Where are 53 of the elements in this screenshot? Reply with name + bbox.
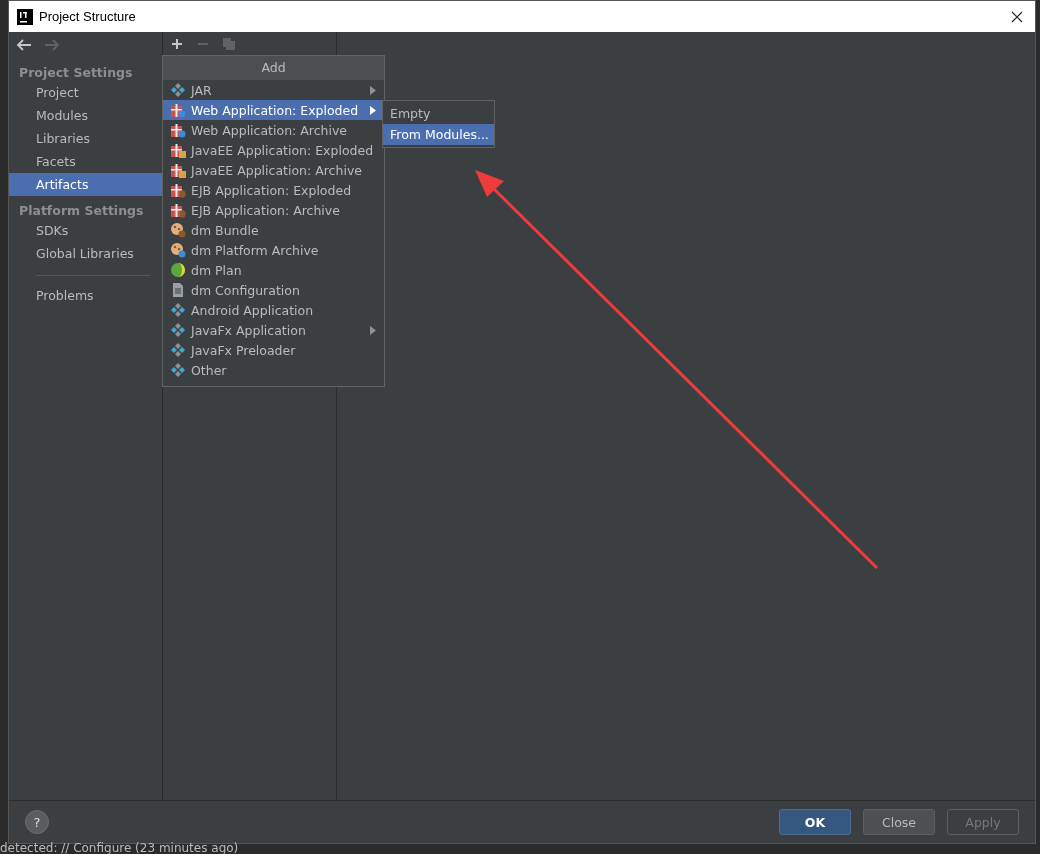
sidebar-item[interactable]: Global Libraries (9, 242, 162, 265)
menu-item[interactable]: JavaEE Application: Archive (163, 160, 384, 180)
menu-item[interactable]: EJB Application: Exploded (163, 180, 384, 200)
menu-item[interactable]: JavaFx Application (163, 320, 384, 340)
gift-icon (170, 162, 186, 178)
menu-item[interactable]: Android Application (163, 300, 384, 320)
gift-icon (170, 142, 186, 158)
cookie-icon (170, 222, 186, 238)
section-heading: Project Settings (18, 64, 134, 81)
menu-item[interactable]: Web Application: Exploded (163, 100, 384, 120)
menu-item[interactable]: Other (163, 360, 384, 380)
diamond-icon (170, 82, 186, 98)
menu-item[interactable]: JavaEE Application: Exploded (163, 140, 384, 160)
menu-item[interactable]: From Modules... (383, 124, 494, 145)
diamond-icon (170, 322, 186, 338)
menu-item[interactable]: dm Configuration (163, 280, 384, 300)
help-button[interactable]: ? (25, 810, 49, 834)
diamond-icon (170, 362, 186, 378)
menu-item[interactable]: dm Bundle (163, 220, 384, 240)
cookie-icon (170, 242, 186, 258)
window-title: Project Structure (39, 9, 137, 24)
close-icon[interactable] (1011, 10, 1023, 23)
sidebar-item[interactable]: Artifacts (9, 173, 162, 196)
sidebar-item[interactable]: Modules (9, 104, 162, 127)
back-arrow-icon[interactable] (16, 39, 32, 51)
menu-item[interactable]: JavaFx Preloader (163, 340, 384, 360)
sidebar-item[interactable]: Project (9, 81, 162, 104)
sidebar-item[interactable]: Facets (9, 150, 162, 173)
menu-item[interactable]: JAR (163, 80, 384, 100)
add-icon[interactable] (171, 38, 183, 50)
document-icon (170, 282, 186, 298)
globe-icon (170, 262, 186, 278)
gift-icon (170, 102, 186, 118)
sidebar-item[interactable]: Libraries (9, 127, 162, 150)
gift-icon (170, 202, 186, 218)
menu-title: Add (163, 56, 384, 80)
section-heading: Platform Settings (18, 202, 145, 219)
menu-item[interactable]: Web Application: Archive (163, 120, 384, 140)
sidebar-item[interactable]: Problems (9, 284, 162, 307)
status-text: detected: // Configure (23 minutes ago) (0, 842, 239, 854)
app-icon (17, 8, 33, 25)
gift-icon (170, 182, 186, 198)
submenu-arrow-icon (370, 325, 376, 335)
diamond-icon (170, 342, 186, 358)
diamond-icon (170, 302, 186, 318)
menu-item[interactable]: dm Platform Archive (163, 240, 384, 260)
sidebar-item[interactable]: SDKs (9, 219, 162, 242)
menu-item[interactable]: dm Plan (163, 260, 384, 280)
menu-item[interactable]: Empty (383, 103, 494, 124)
menu-item[interactable]: EJB Application: Archive (163, 200, 384, 220)
dialog-button[interactable]: OK (779, 809, 851, 835)
dialog-button[interactable]: Close (863, 809, 935, 835)
gift-icon (170, 122, 186, 138)
